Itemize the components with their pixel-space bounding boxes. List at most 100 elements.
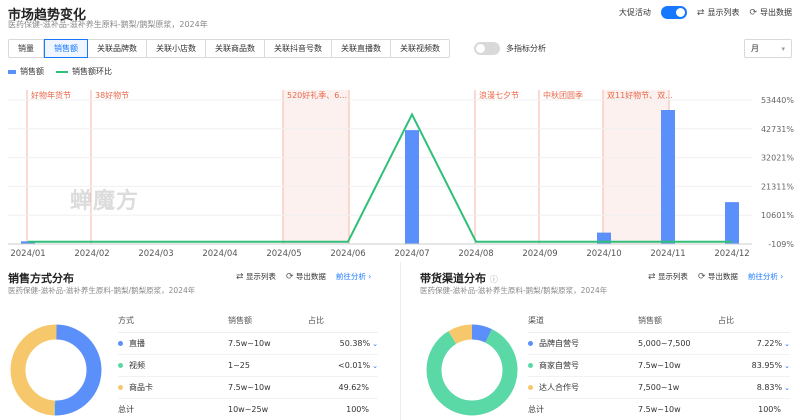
row-pct-text: 7.22% — [756, 338, 783, 348]
chevron-right-icon: › — [368, 272, 372, 281]
series-dot — [528, 340, 533, 346]
row-sales: 5,000~7,500 — [638, 332, 718, 355]
sales-method-goto[interactable]: 前往分析 › — [336, 271, 371, 282]
row-pct: 49.62% — [308, 376, 378, 399]
x-tick-label: 2024/07 — [394, 249, 429, 259]
show-list-label: 显示列表 — [707, 8, 740, 17]
chevron-down-icon: ⌄ — [784, 361, 790, 370]
y-tick-label: 21311% — [761, 182, 794, 191]
event-label: 中秋团圆季 — [543, 90, 583, 100]
export-label: 导出数据 — [760, 8, 792, 17]
legend-label-sales: 销售额 — [20, 67, 44, 76]
row-name-text: 商品卡 — [129, 382, 153, 392]
sales-method-table: 方式 销售额 占比 直播 7.5w~10w 50.38% ⌄ 视频 1~25 <0… — [118, 310, 378, 420]
total-name: 总计 — [118, 398, 228, 420]
tab-sales-volume[interactable]: 销量 — [9, 40, 44, 57]
tab-sales-amount[interactable]: 销售额 — [44, 39, 88, 58]
y-tick-label: 53440% — [761, 96, 794, 105]
bar — [661, 110, 675, 244]
series-dot — [118, 362, 123, 368]
x-tick-label: 2024/12 — [714, 249, 749, 259]
column-header: 占比 — [718, 310, 790, 333]
page-subtitle: 医药保健-滋补品-滋补养生原料-鹅梨/鹅梨原浆，2024年 — [8, 20, 208, 29]
show-list-button[interactable]: ⇄ 显示列表 — [697, 7, 740, 18]
watermark-logo: 蝉魔方 — [70, 189, 140, 214]
x-tick-label: 2024/04 — [202, 249, 237, 259]
tab-shop-count[interactable]: 关联小店数 — [147, 40, 206, 57]
table-row: 视频 1~25 <0.01% ⌄ — [118, 354, 378, 377]
export-button[interactable]: ⟳ 导出数据 — [749, 7, 792, 18]
total-name: 总计 — [528, 398, 638, 420]
row-name-text: 商家自营号 — [539, 360, 579, 370]
sales-method-show-list[interactable]: ⇄ 显示列表 — [236, 271, 276, 282]
table-row: 品牌自营号 5,000~7,500 7.22% ⌄ — [528, 332, 790, 355]
row-pct[interactable]: 50.38% ⌄ — [308, 332, 378, 355]
bar — [405, 130, 419, 244]
panel-divider — [400, 262, 401, 420]
chart-legend: 销售额 销售额环比 — [8, 66, 112, 77]
row-name: 品牌自营号 — [528, 332, 638, 355]
tab-brand-count[interactable]: 关联品牌数 — [88, 40, 147, 57]
list-icon: ⇄ — [648, 272, 656, 282]
export-icon: ⟳ — [285, 272, 294, 282]
sales-method-export[interactable]: ⟳ 导出数据 — [286, 271, 326, 282]
channel-title-text: 带货渠道分布 — [420, 272, 486, 285]
tab-product-count[interactable]: 关联商品数 — [206, 40, 265, 57]
help-icon[interactable]: ⓘ — [490, 275, 498, 284]
total-sales: 10w~25w — [228, 398, 308, 420]
channel-goto-label: 前往分析 — [747, 272, 778, 281]
y-tick-label: 42731% — [761, 125, 794, 134]
period-value: 月 — [751, 44, 759, 53]
channel-goto[interactable]: 前往分析 › — [748, 271, 783, 282]
channel-title: 带货渠道分布 ⓘ — [420, 270, 498, 286]
channel-show-list-label: 显示列表 — [657, 272, 688, 281]
x-tick-label: 2024/11 — [650, 249, 685, 259]
sales-method-export-label: 导出数据 — [295, 272, 326, 281]
chevron-down-icon: ▾ — [781, 44, 785, 53]
column-header: 占比 — [308, 310, 378, 333]
tab-live-count[interactable]: 关联直播数 — [332, 40, 391, 57]
column-header: 方式 — [118, 310, 228, 333]
row-sales: 7.5w~10w — [638, 354, 718, 377]
bar — [725, 202, 739, 244]
total-pct: 100% — [308, 398, 378, 420]
legend-item-mom[interactable]: 销售额环比 — [56, 66, 112, 77]
promo-toggle[interactable] — [660, 6, 687, 19]
row-pct[interactable]: 7.22% ⌄ — [718, 332, 790, 355]
multi-metric-toggle[interactable] — [474, 42, 500, 55]
row-name-text: 直播 — [129, 338, 145, 348]
row-pct[interactable]: 83.95% ⌄ — [718, 354, 790, 377]
sales-method-goto-label: 前往分析 — [335, 272, 366, 281]
channel-show-list[interactable]: ⇄ 显示列表 — [648, 271, 688, 282]
promo-label: 大促活动 — [618, 8, 651, 17]
table-row: 直播 7.5w~10w 50.38% ⌄ — [118, 332, 378, 355]
tab-video-count[interactable]: 关联视频数 — [391, 40, 449, 57]
event-band — [283, 90, 349, 244]
row-pct-text: 8.83% — [756, 382, 783, 392]
export-icon: ⟳ — [697, 272, 706, 282]
sales-method-actions: ⇄ 显示列表 ⟳ 导出数据 前往分析 › — [236, 271, 371, 282]
legend-line-swatch — [56, 70, 68, 73]
event-label: 双11好物节、双... — [607, 90, 673, 100]
legend-bar-swatch — [8, 69, 16, 74]
table-row: 商家自营号 7.5w~10w 83.95% ⌄ — [528, 354, 790, 377]
row-pct[interactable]: <0.01% ⌄ — [308, 354, 378, 377]
period-select[interactable]: 月 ▾ — [744, 39, 792, 58]
x-tick-label: 2024/01 — [10, 249, 45, 259]
channel-export[interactable]: ⟳ 导出数据 — [698, 271, 738, 282]
column-header: 销售额 — [228, 310, 308, 333]
tab-douyin-count[interactable]: 关联抖音号数 — [265, 40, 332, 57]
channel-donut — [426, 324, 518, 416]
column-header: 销售额 — [638, 310, 718, 333]
series-dot — [118, 384, 123, 390]
sales-method-show-list-label: 显示列表 — [245, 272, 276, 281]
row-pct-text: <0.01% — [338, 360, 371, 370]
channel-subtitle: 医药保健-滋补品-滋补养生原料-鹅梨/鹅梨原浆，2024年 — [420, 286, 608, 295]
row-pct[interactable]: 8.83% ⌄ — [718, 376, 790, 399]
x-tick-label: 2024/08 — [458, 249, 493, 259]
legend-item-sales[interactable]: 销售额 — [8, 66, 44, 77]
export-icon: ⟳ — [749, 7, 757, 18]
channel-export-label: 导出数据 — [707, 272, 738, 281]
chevron-down-icon: ⌄ — [372, 339, 378, 348]
chevron-down-icon: ⌄ — [372, 361, 378, 370]
